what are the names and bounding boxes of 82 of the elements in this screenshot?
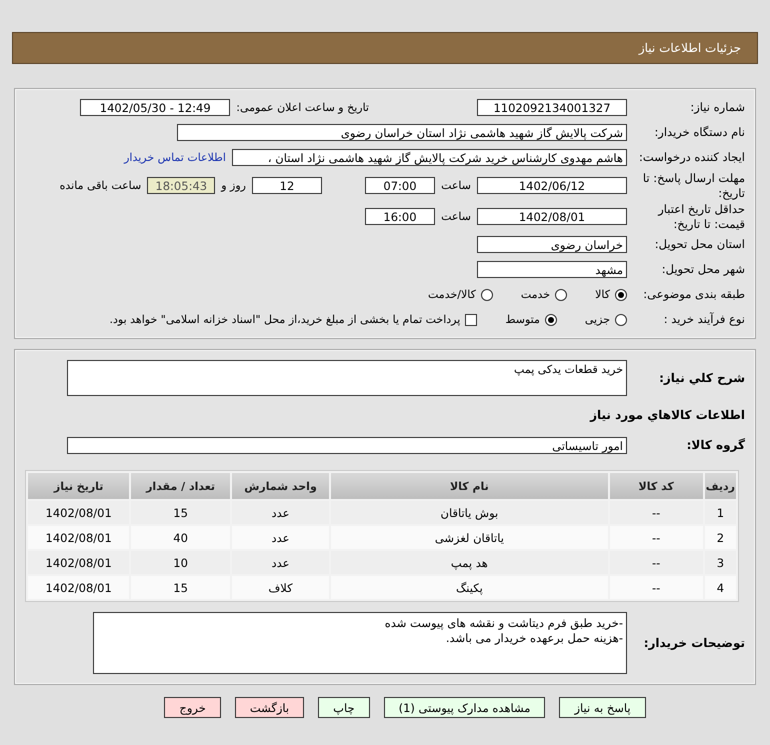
table-cell: 3: [704, 551, 736, 574]
radio-button[interactable]: [555, 288, 568, 300]
field-label: حداقل تاریخ اعتبار قیمت: تا تاریخ:: [656, 202, 745, 231]
table-cell: 10: [131, 551, 230, 574]
field-label: شهر محل تحویل:: [660, 262, 745, 277]
table-cell: --: [610, 526, 703, 549]
table-cell: 1402/08/01: [28, 501, 130, 524]
field-label: ساعت: [441, 179, 471, 192]
field-label: طبقه بندی موضوعی:: [642, 287, 745, 302]
column-header: واحد شمارش: [232, 473, 330, 499]
field-label: روز و: [221, 179, 246, 192]
column-header: ردیف: [704, 473, 736, 499]
notes-field[interactable]: -خرید طبق فرم دیتاشت و نقشه های پیوست شده -هزینه حمل برعهده خریدار می باشد.: [93, 612, 627, 674]
table-cell: 2: [704, 526, 736, 549]
text-field[interactable]: مشهد: [477, 261, 627, 278]
table-cell: 4: [704, 576, 736, 599]
text-field[interactable]: امور تاسیساتی: [67, 437, 627, 454]
column-header: تعداد / مقدار: [131, 473, 230, 499]
table-cell: عدد: [232, 551, 330, 574]
table-cell: 1402/08/01: [28, 576, 130, 599]
text-field[interactable]: خراسان رضوی: [477, 236, 627, 253]
field-label: ساعت باقی مانده: [60, 179, 142, 192]
field-label: متوسط: [505, 313, 540, 326]
field-label: تاریخ و ساعت اعلان عمومی:: [236, 101, 369, 114]
table-cell: --: [610, 501, 703, 524]
action-button[interactable]: پاسخ به نیاز: [559, 697, 646, 718]
field-label: ایجاد کننده درخواست:: [638, 150, 745, 165]
field-label: نوع فرآیند خرید :: [662, 312, 745, 327]
table-cell: 1402/08/01: [28, 526, 130, 549]
table-cell: بوش یاتاقان: [331, 501, 608, 524]
table-cell: 1402/08/01: [28, 551, 130, 574]
checkbox[interactable]: [465, 314, 478, 326]
countdown-field[interactable]: 18:05:43: [147, 177, 216, 194]
action-button[interactable]: چاپ: [318, 697, 370, 718]
field-label: جزیی: [584, 313, 610, 326]
text-field[interactable]: 1102092134001327: [477, 99, 627, 116]
text-field[interactable]: 07:00: [365, 177, 435, 194]
field-label: کالا: [595, 288, 610, 301]
table-cell: 40: [131, 526, 230, 549]
column-header: کد کالا: [610, 473, 703, 499]
text-field[interactable]: 1402/06/12: [477, 177, 627, 194]
description-field[interactable]: خرید قطعات یدکی پمپ: [67, 360, 627, 396]
action-button[interactable]: مشاهده مدارک پیوستی (1): [384, 697, 546, 718]
exit-button[interactable]: بازگشت: [234, 697, 304, 718]
text-field[interactable]: شرکت پالایش گاز شهید هاشمی نژاد استان خراسان رضوی: [177, 124, 627, 141]
field-label: کالا/خدمت: [428, 288, 476, 301]
table-cell: هد پمپ: [331, 551, 608, 574]
text-field[interactable]: هاشم مهدوی کارشناس خرید شرکت پالایش گاز شهید هاشمی نژاد استان ،: [232, 149, 627, 166]
text-field[interactable]: 1402/05/30 - 12:49: [80, 99, 230, 116]
text-field[interactable]: 1402/08/01: [477, 208, 627, 225]
contact-link[interactable]: اطلاعات تماس خریدار: [124, 151, 226, 164]
exit-button[interactable]: خروج: [164, 697, 221, 718]
column-header: نام کالا: [331, 473, 608, 499]
field-label: خدمت: [520, 288, 550, 301]
field-label: استان محل تحویل:: [654, 237, 745, 252]
table-cell: --: [610, 576, 703, 599]
page-title: جزئیات اطلاعات نیاز: [638, 41, 741, 55]
field-label: پرداخت تمام یا بخشی از مبلغ خرید،از محل "اسناد خزانه اسلامی" خواهد بود.: [110, 313, 460, 326]
table-cell: 1: [704, 501, 736, 524]
field-label: نام دستگاه خریدار:: [653, 125, 745, 140]
field-label: ساعت: [441, 210, 471, 223]
radio-button[interactable]: [615, 288, 627, 300]
table-cell: --: [610, 551, 703, 574]
field-label: مهلت ارسال پاسخ: تا تاریخ:: [642, 171, 745, 200]
field-label: گروه کالا:: [686, 438, 745, 453]
field-label: توضیحات خریدار:: [642, 636, 745, 650]
table-cell: عدد: [232, 526, 330, 549]
table-cell: عدد: [232, 501, 330, 524]
table-cell: پکینگ: [331, 576, 608, 599]
radio-button[interactable]: [544, 314, 557, 326]
text-field[interactable]: 12: [252, 177, 322, 194]
table-cell: یاتاقان لغزشی: [331, 526, 608, 549]
radio-button[interactable]: [615, 314, 627, 326]
table-cell: 15: [131, 576, 230, 599]
text-field[interactable]: 16:00: [365, 208, 435, 225]
field-label: شرح کلي نياز:: [658, 370, 745, 386]
field-label: شماره نیاز:: [689, 100, 745, 115]
table-cell: 15: [131, 501, 230, 524]
column-header: تاریخ نیاز: [28, 473, 130, 499]
table-cell: کلاف: [232, 576, 330, 599]
radio-button[interactable]: [480, 288, 493, 300]
field-label: اطلاعات کالاهاي مورد نياز: [590, 408, 745, 422]
